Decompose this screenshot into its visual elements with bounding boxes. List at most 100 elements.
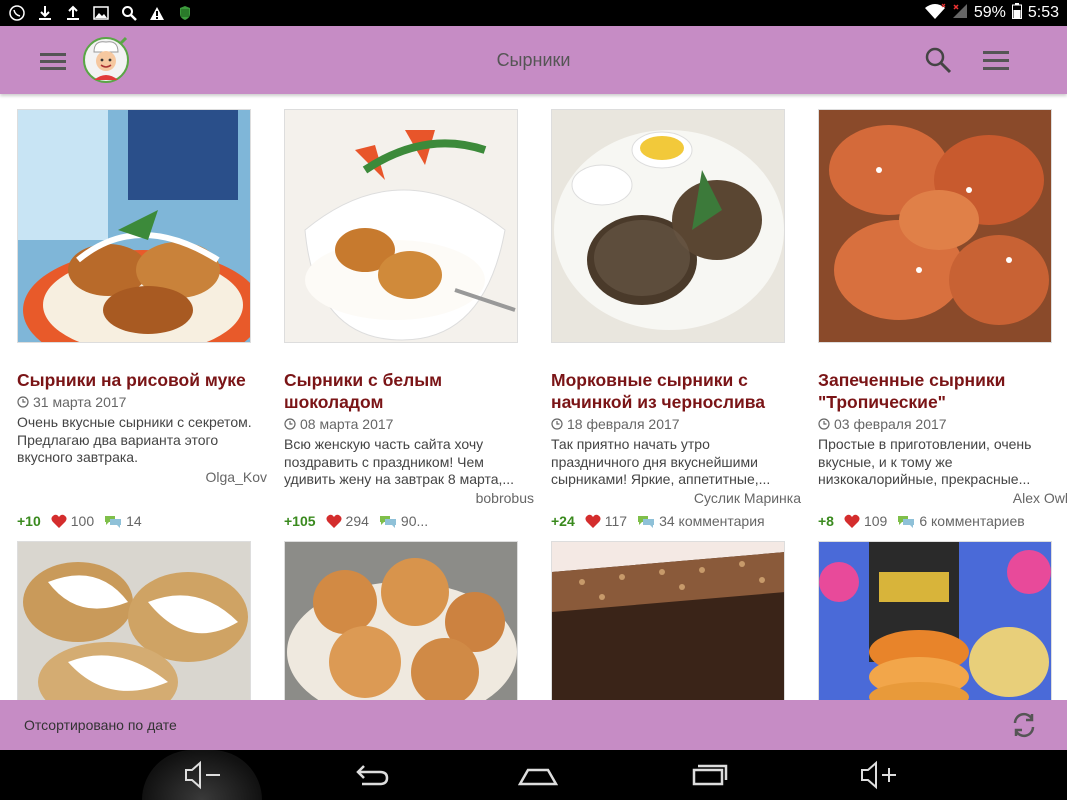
clock: 5:53 — [1027, 4, 1059, 21]
comments-icon — [638, 516, 655, 528]
back-button[interactable] — [350, 758, 390, 792]
volume-down-button[interactable] — [182, 758, 222, 792]
recipe-date: 03 февраля 2017 — [818, 416, 1063, 432]
recipe-grid: Сырники на рисовой муке 31 марта 2017 Оч… — [0, 94, 1067, 700]
recipe-stats: +24 117 34 комментария — [551, 513, 796, 529]
comments[interactable]: 6 комментариев — [897, 513, 1025, 529]
recipe-photo[interactable] — [818, 109, 1052, 343]
comments-count: 34 комментария — [659, 513, 765, 529]
clock-icon — [284, 418, 296, 430]
recipe-stats: +105 294 90... — [284, 513, 529, 529]
recipe-author[interactable]: Alex Owl — [823, 490, 1067, 506]
recent-apps-icon — [692, 764, 728, 786]
comments-count: 14 — [126, 513, 142, 529]
heart-icon — [585, 514, 601, 528]
volume-up-button[interactable] — [858, 758, 898, 792]
likes-count: 109 — [863, 513, 888, 529]
recipe-date: 08 марта 2017 — [284, 416, 529, 432]
refresh-button[interactable] — [1010, 711, 1038, 739]
likes-count: 100 — [70, 513, 95, 529]
app-bar: Сырники — [0, 26, 1067, 94]
recipe-photo[interactable] — [284, 541, 518, 700]
download-icon — [36, 4, 54, 22]
refresh-icon — [1013, 712, 1035, 738]
recipe-author[interactable]: Olga_Kov — [22, 469, 267, 485]
recipe-photo[interactable] — [551, 109, 785, 343]
heart-icon — [51, 514, 67, 528]
comments[interactable]: 14 — [104, 513, 142, 529]
clock-icon — [17, 396, 29, 408]
recipe-date: 18 февраля 2017 — [551, 416, 796, 432]
likes[interactable]: 117 — [585, 513, 627, 529]
sort-bar: Отсортировано по дате — [0, 700, 1067, 750]
comments-count: 90... — [400, 513, 429, 529]
recipe-title[interactable]: Сырники с белым шоколадом — [284, 369, 529, 413]
image-icon — [92, 4, 110, 22]
overflow-menu-button[interactable] — [982, 48, 1010, 74]
heart-icon — [844, 514, 860, 528]
comments-icon — [379, 516, 396, 528]
recipe-stats: +8 109 6 комментариев — [818, 513, 1063, 529]
page-title: Сырники — [496, 50, 571, 70]
signal-icon — [952, 3, 968, 24]
likes[interactable]: 294 — [326, 513, 369, 529]
comments-count: 6 комментариев — [919, 513, 1025, 529]
upload-icon — [64, 4, 82, 22]
home-icon — [517, 768, 559, 786]
sort-label[interactable]: Отсортировано по дате — [24, 717, 177, 733]
wifi-icon — [924, 3, 946, 24]
comments-icon — [105, 516, 122, 528]
likes-count: 117 — [604, 513, 628, 529]
recipe-date-text: 18 февраля 2017 — [567, 416, 680, 432]
recipe-stats: +10 100 14 — [17, 513, 262, 529]
heart-icon — [326, 514, 342, 528]
likes[interactable]: 109 — [844, 513, 887, 529]
recipe-description: Всю женскую часть сайта хочу поздравить … — [284, 436, 515, 487]
recipe-description: Так приятно начать утро праздничного дня… — [551, 436, 771, 487]
recipe-photo[interactable] — [818, 541, 1052, 700]
battery-percent: 59% — [973, 4, 1006, 21]
likes[interactable]: 100 — [51, 513, 94, 529]
likes-count: 294 — [345, 513, 369, 529]
search-icon — [120, 4, 138, 22]
recipe-photo[interactable] — [17, 541, 251, 700]
back-icon — [356, 765, 389, 786]
rating-plus: +8 — [818, 513, 834, 529]
recipe-title[interactable]: Сырники на рисовой муке — [17, 369, 262, 391]
status-right: 59% 5:53 — [924, 2, 1059, 24]
status-icons — [8, 4, 194, 22]
recipe-title[interactable]: Запеченные сырники "Тропические" — [818, 369, 1063, 413]
volume-up-icon — [861, 760, 896, 790]
home-button[interactable] — [517, 758, 559, 792]
recipe-author[interactable]: Суслик Маринка — [556, 490, 801, 506]
recipe-photo[interactable] — [284, 109, 518, 343]
search-button[interactable] — [924, 46, 952, 74]
recent-apps-button[interactable] — [688, 758, 728, 792]
clock-icon — [551, 418, 563, 430]
comments-icon — [898, 516, 915, 528]
rating-plus: +24 — [551, 513, 575, 529]
comments[interactable]: 90... — [379, 513, 428, 529]
recipe-photo[interactable] — [17, 109, 251, 343]
volume-down-icon — [185, 760, 220, 790]
recipe-date: 31 марта 2017 — [17, 394, 262, 410]
menu-lines-icon — [983, 51, 1009, 70]
rating-plus: +10 — [17, 513, 41, 529]
search-icon — [925, 47, 952, 74]
status-bar: 59% 5:53 — [0, 0, 1067, 26]
recipe-date-text: 03 февраля 2017 — [834, 416, 947, 432]
recipe-date-text: 08 марта 2017 — [300, 416, 394, 432]
clock-icon — [818, 418, 830, 430]
recipe-description: Простые в приготовлении, очень вкусные, … — [818, 436, 1032, 487]
rating-plus: +105 — [284, 513, 316, 529]
recipe-photo[interactable] — [551, 541, 785, 700]
system-nav-bar — [0, 750, 1067, 800]
battery-icon — [1011, 2, 1022, 24]
shield-icon — [176, 4, 194, 22]
viber-icon — [8, 4, 26, 22]
comments[interactable]: 34 комментария — [637, 513, 765, 529]
recipe-date-text: 31 марта 2017 — [33, 394, 127, 410]
recipe-author[interactable]: bobrobus — [289, 490, 534, 506]
recipe-title[interactable]: Морковные сырники с начинкой из черносли… — [551, 369, 796, 413]
warning-icon — [148, 4, 166, 22]
